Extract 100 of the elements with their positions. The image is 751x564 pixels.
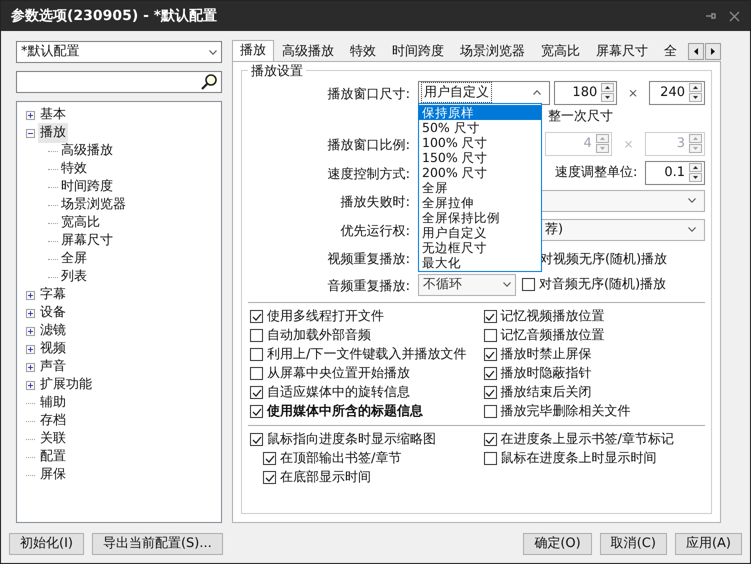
checkbox[interactable]: [250, 367, 263, 380]
spin-down-icon[interactable]: [689, 173, 702, 182]
checkbox-option[interactable]: 对音频无序(随机)播放: [522, 275, 666, 294]
spin-down-icon[interactable]: [689, 93, 702, 102]
tree-item[interactable]: 宽高比: [61, 213, 100, 233]
expand-icon[interactable]: [26, 362, 35, 372]
tree-item[interactable]: 屏幕尺寸: [61, 231, 113, 251]
tree-item[interactable]: 设备: [38, 303, 68, 323]
tree-item[interactable]: 配置: [38, 447, 68, 467]
checkbox-option[interactable]: 鼠标在进度条上时显示时间: [484, 449, 705, 468]
dialog-button[interactable]: 确定(O): [523, 533, 592, 555]
checkbox[interactable]: [250, 433, 263, 446]
checkbox[interactable]: [484, 367, 496, 380]
checkbox[interactable]: [522, 278, 535, 291]
tree-item[interactable]: 高级播放: [61, 141, 113, 161]
checkbox[interactable]: [250, 310, 263, 323]
spin-up-icon[interactable]: [689, 163, 702, 172]
checkbox-option[interactable]: 在底部显示时间: [263, 468, 478, 487]
checkbox-option[interactable]: 使用多线程打开文件: [250, 307, 478, 326]
checkbox[interactable]: [484, 405, 496, 418]
tree-item[interactable]: 声音: [38, 357, 68, 377]
tab[interactable]: 屏幕尺寸: [588, 42, 656, 61]
tab[interactable]: 播放: [232, 40, 274, 61]
dropdown-option[interactable]: 无边框尺寸: [419, 240, 541, 254]
dropdown-option[interactable]: 全屏拉伸: [419, 194, 541, 210]
checkbox[interactable]: [250, 405, 263, 418]
width-spinbox[interactable]: 180: [554, 80, 618, 104]
dropdown-option[interactable]: 最大化: [419, 254, 541, 270]
search-field[interactable]: [16, 71, 222, 93]
tree-item[interactable]: 场景浏览器: [61, 195, 126, 215]
dropdown-option[interactable]: 100% 尺寸: [419, 134, 541, 150]
checkbox-option[interactable]: 播放结束后关闭: [484, 383, 705, 402]
checkbox[interactable]: [484, 433, 496, 446]
spin-down-icon[interactable]: [601, 93, 614, 102]
tree-item[interactable]: 全屏: [61, 249, 87, 269]
checkbox[interactable]: [484, 452, 496, 465]
profile-combo[interactable]: *默认配置: [16, 41, 222, 63]
expand-icon[interactable]: [26, 308, 35, 318]
spin-up-icon[interactable]: [689, 83, 702, 92]
tree-item[interactable]: 视频: [38, 339, 68, 359]
tab[interactable]: 宽高比: [533, 42, 588, 61]
tree-item[interactable]: 基本: [38, 105, 68, 125]
tab[interactable]: 时间跨度: [384, 42, 452, 61]
tree-item[interactable]: 滤镜: [38, 321, 68, 341]
pin-icon[interactable]: [705, 10, 717, 22]
combo-box[interactable]: 不循环: [418, 274, 516, 296]
tree-item[interactable]: 关联: [38, 429, 68, 449]
tree-item[interactable]: 列表: [61, 267, 87, 287]
checkbox[interactable]: [250, 386, 263, 399]
checkbox-option[interactable]: 播放时禁止屏保: [484, 345, 705, 364]
height-spinbox[interactable]: 240: [648, 80, 705, 104]
checkbox-option[interactable]: 鼠标指向进度条时显示缩略图: [250, 430, 478, 449]
dropdown-option[interactable]: 全屏: [419, 180, 541, 194]
dialog-button[interactable]: 取消(C): [600, 533, 667, 555]
dialog-button[interactable]: 导出当前配置(S)...: [92, 533, 223, 555]
checkbox-option[interactable]: 播放时隐蔽指针: [484, 364, 705, 383]
checkbox[interactable]: [484, 329, 496, 342]
speed-unit-spinbox[interactable]: 0.1: [645, 160, 705, 184]
checkbox-option[interactable]: 记忆音频播放位置: [484, 326, 705, 345]
checkbox[interactable]: [263, 452, 276, 465]
tree-item[interactable]: 播放: [38, 123, 68, 143]
tree-item[interactable]: 屏保: [38, 465, 68, 485]
tree-item[interactable]: 扩展功能: [38, 375, 94, 395]
expand-icon[interactable]: [26, 344, 35, 354]
checkbox-option[interactable]: 在进度条上显示书签/章节标记: [484, 430, 705, 449]
checkbox-option[interactable]: 利用上/下一文件键载入并播放文件: [250, 345, 478, 364]
tab[interactable]: 高级播放: [274, 42, 342, 61]
tab[interactable]: 特效: [342, 42, 384, 61]
tree-item[interactable]: 字幕: [38, 285, 68, 305]
spin-up-icon[interactable]: [601, 83, 614, 92]
tree-item[interactable]: 辅助: [38, 393, 68, 413]
checkbox[interactable]: [484, 310, 496, 323]
collapse-icon[interactable]: [26, 128, 35, 138]
checkbox-option[interactable]: 在顶部输出书签/章节: [263, 449, 478, 468]
expand-icon[interactable]: [26, 326, 35, 336]
dialog-button[interactable]: 应用(A): [674, 533, 742, 555]
expand-icon[interactable]: [26, 380, 35, 390]
checkbox[interactable]: [263, 471, 276, 484]
checkbox-option[interactable]: 播放完毕删除相关文件: [484, 402, 705, 421]
checkbox[interactable]: [250, 348, 263, 361]
checkbox-option[interactable]: 使用媒体中所含的标题信息: [250, 402, 478, 421]
checkbox-option[interactable]: 从屏幕中央位置开始播放: [250, 364, 478, 383]
tab[interactable]: 全: [656, 42, 685, 61]
scroll-left-icon[interactable]: [688, 43, 704, 60]
dialog-button[interactable]: 初始化(I): [9, 533, 84, 555]
close-icon[interactable]: [729, 10, 740, 22]
checkbox[interactable]: [250, 329, 263, 342]
size-combo[interactable]: 用户自定义: [418, 80, 550, 104]
search-icon[interactable]: [200, 73, 218, 91]
tree-item[interactable]: 时间跨度: [61, 177, 113, 197]
expand-icon[interactable]: [26, 110, 35, 120]
tree-item[interactable]: 存档: [38, 411, 68, 431]
dropdown-option[interactable]: 150% 尺寸: [419, 150, 541, 164]
checkbox-option[interactable]: 记忆视频播放位置: [484, 307, 705, 326]
dropdown-option[interactable]: 用户自定义: [419, 224, 541, 240]
scroll-right-icon[interactable]: [705, 43, 721, 60]
dropdown-option[interactable]: 保持原样: [419, 104, 541, 120]
checkbox-option[interactable]: 自适应媒体中的旋转信息: [250, 383, 478, 402]
tab[interactable]: 场景浏览器: [452, 42, 533, 61]
tree-item[interactable]: 特效: [61, 159, 87, 179]
